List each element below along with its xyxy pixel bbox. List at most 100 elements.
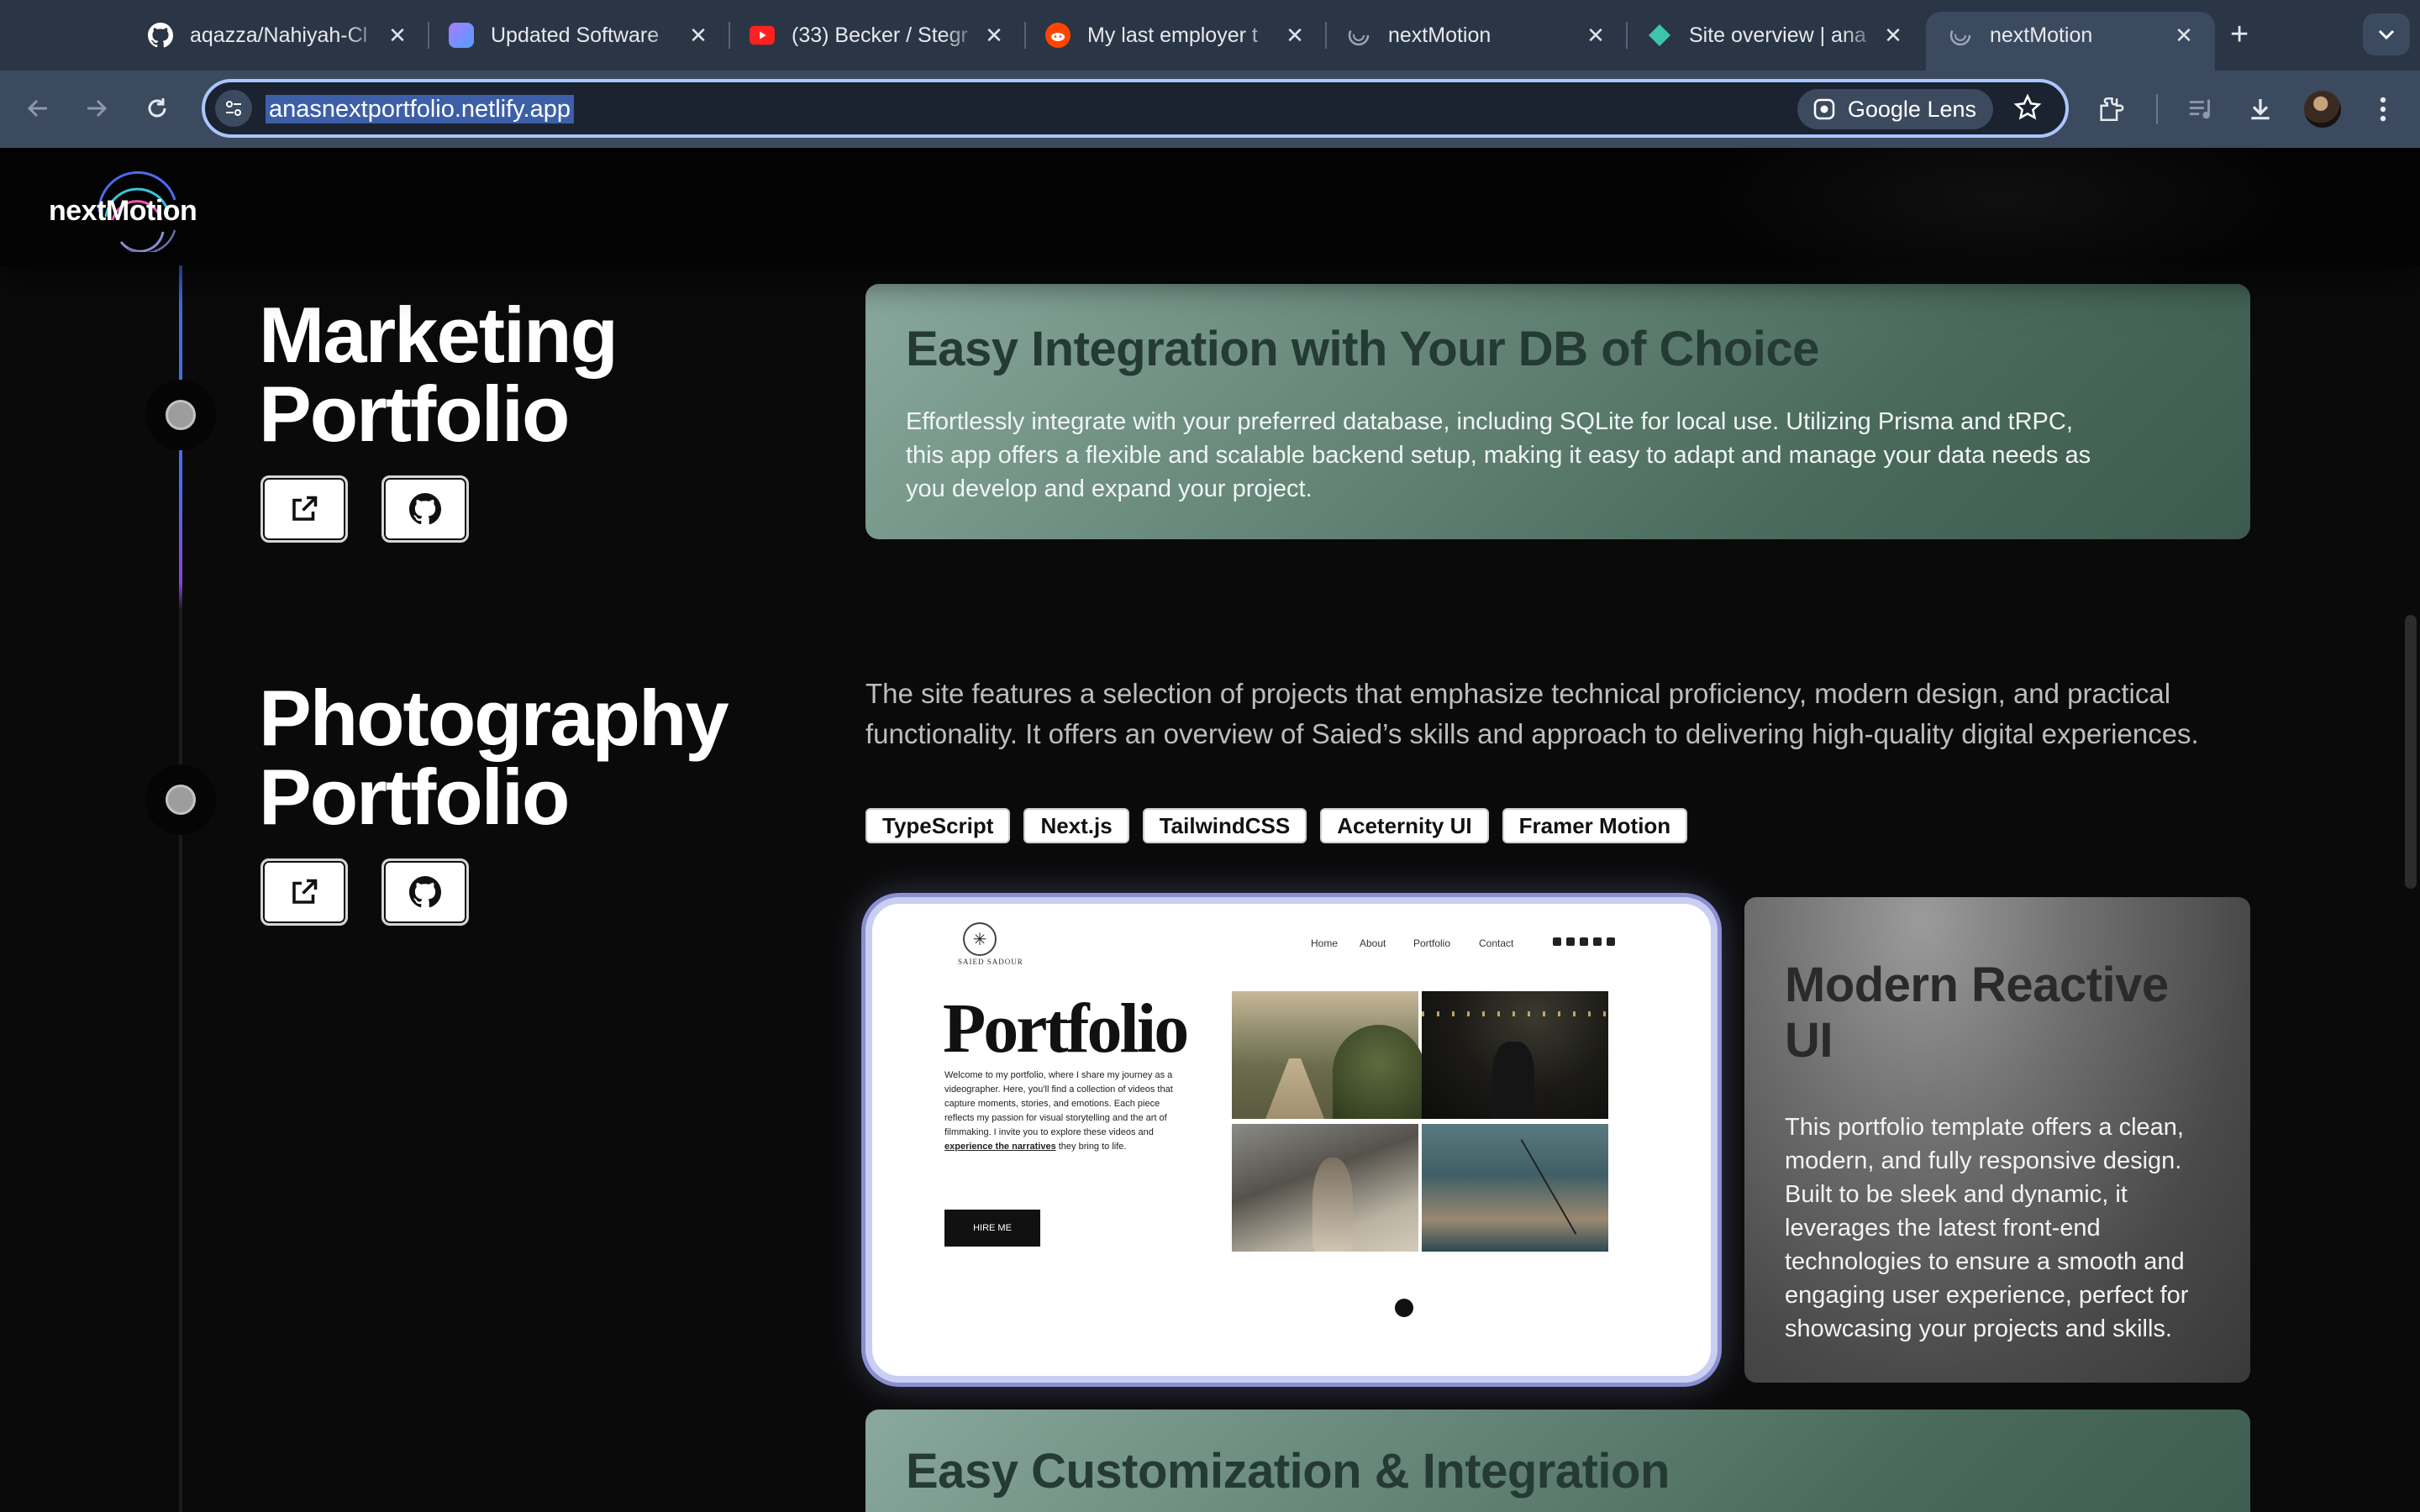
- preview-photo-field: [1232, 991, 1425, 1119]
- url-text[interactable]: anasnextportfolio.netlify.app: [266, 95, 574, 123]
- new-tab-button[interactable]: +: [2230, 17, 2249, 53]
- google-lens-label: Google Lens: [1847, 96, 1976, 122]
- feature-card-heading: Easy Integration with Your DB of Choice: [906, 322, 1819, 376]
- web-page: nextMotion Marketing Portfolio Easy Inte…: [0, 148, 2420, 1512]
- forward-button[interactable]: [77, 89, 116, 128]
- tab-updated-software[interactable]: Updated Software ✕: [427, 12, 730, 59]
- project-description: The site features a selection of project…: [865, 678, 2199, 749]
- tab-youtube[interactable]: (33) Becker / Stegr ✕: [728, 12, 1026, 59]
- github-icon: [148, 23, 173, 48]
- project-title-photography: Photography Portfolio: [259, 674, 729, 841]
- tab-title: nextMotion: [1388, 23, 1491, 47]
- site-info-icon[interactable]: [215, 90, 252, 127]
- project-title-line: Marketing: [259, 291, 618, 379]
- youtube-icon: [750, 23, 775, 48]
- project-title-line: Portfolio: [259, 370, 570, 458]
- lens-icon: [1813, 98, 1835, 120]
- close-tab-icon[interactable]: ✕: [686, 23, 711, 49]
- feature-card-reactive-ui: Modern Reactive UI This portfolio templa…: [1744, 897, 2250, 1383]
- close-tab-icon[interactable]: ✕: [981, 23, 1007, 49]
- live-demo-button[interactable]: [260, 858, 348, 926]
- preview-youtube-icon: [1593, 937, 1602, 946]
- preview-linkedin-icon: [1580, 937, 1588, 946]
- live-demo-button[interactable]: [260, 475, 348, 543]
- preview-carousel-dot: [1395, 1299, 1413, 1317]
- app-icon: [449, 23, 474, 48]
- preview-instagram-icon: [1566, 937, 1575, 946]
- back-arrow-icon: [27, 99, 47, 118]
- tech-tag: Aceternity UI: [1320, 808, 1489, 843]
- more-menu-icon[interactable]: [2365, 91, 2402, 128]
- back-button[interactable]: [18, 89, 57, 128]
- preview-photo-beach: [1232, 1124, 1418, 1252]
- bookmark-star-icon[interactable]: [2013, 93, 2042, 126]
- github-repo-button[interactable]: [381, 475, 469, 543]
- tech-tag: Next.js: [1023, 808, 1129, 843]
- tab-nextmotion[interactable]: nextMotion ✕: [1324, 12, 1628, 59]
- tab-title: (33) Becker / Stegr: [792, 23, 968, 47]
- profile-avatar[interactable]: [2304, 91, 2341, 128]
- close-tab-icon[interactable]: ✕: [385, 23, 410, 49]
- tech-tag: TypeScript: [865, 808, 1011, 843]
- project-title-line: Photography: [259, 674, 729, 762]
- feature-card-db-integration: Easy Integration with Your DB of Choice …: [865, 284, 2250, 539]
- close-tab-icon[interactable]: ✕: [2171, 23, 2196, 49]
- project-title-line: Portfolio: [259, 753, 570, 841]
- github-icon: [409, 876, 441, 908]
- timeline-dot: [145, 380, 216, 450]
- external-link-icon: [292, 879, 318, 904]
- project-preview-screenshot[interactable]: ✳ SAIED SADOUR Home About Portfolio Cont…: [865, 897, 1718, 1383]
- tab-nextmotion-active[interactable]: nextMotion ✕: [1926, 12, 2215, 71]
- media-queue-icon[interactable]: [2183, 91, 2220, 128]
- netlify-icon: [1647, 23, 1672, 48]
- preview-twitter-icon: [1553, 937, 1561, 946]
- extensions-icon[interactable]: [2092, 91, 2129, 128]
- address-bar[interactable]: anasnextportfolio.netlify.app Google Len…: [202, 79, 2069, 138]
- google-lens-button[interactable]: Google Lens: [1797, 89, 1993, 129]
- browser-toolbar: anasnextportfolio.netlify.app Google Len…: [0, 71, 2420, 148]
- preview-link: experience the narratives: [944, 1142, 1056, 1152]
- preview-photo-sunset: [1422, 1124, 1608, 1252]
- preview-title: Portfolio: [943, 990, 1189, 1068]
- timeline-dot: [145, 764, 216, 835]
- preview-photo-night: [1422, 991, 1608, 1119]
- tab-strip: aqazza/Nahiyah-Cl ✕ Updated Software ✕ (…: [0, 0, 2420, 71]
- download-icon[interactable]: [2242, 91, 2279, 128]
- tech-tag: Framer Motion: [1502, 808, 1688, 843]
- tab-title: My last employer t: [1087, 23, 1258, 47]
- tab-github[interactable]: aqazza/Nahiyah-Cl ✕: [126, 12, 429, 59]
- feature-card-body: Effortlessly integrate with your preferr…: [906, 408, 2091, 502]
- chevron-down-icon: [2378, 29, 2395, 40]
- tech-tag-list: TypeScript Next.js TailwindCSS Aceternit…: [865, 808, 1701, 843]
- feature-card-body: This portfolio template offers a clean, …: [1785, 1114, 2189, 1342]
- nextmotion-icon: [1948, 23, 1973, 48]
- site-logo-text[interactable]: nextMotion: [49, 195, 197, 228]
- reload-button[interactable]: [138, 89, 176, 128]
- tab-title: nextMotion: [1990, 23, 2093, 47]
- tab-search-button[interactable]: [2363, 13, 2410, 55]
- feature-card-heading: Modern Reactive UI: [1785, 958, 2169, 1068]
- preview-nav-item: Contact: [1479, 937, 1514, 949]
- tab-reddit[interactable]: My last employer t ✕: [1023, 12, 1327, 59]
- preview-nav-item: Portfolio: [1413, 937, 1451, 949]
- tab-title: Site overview | ana: [1689, 23, 1866, 47]
- tab-title: Updated Software: [491, 23, 660, 47]
- close-tab-icon[interactable]: ✕: [1881, 23, 1906, 49]
- github-icon: [409, 493, 441, 525]
- tech-tag: TailwindCSS: [1142, 808, 1307, 843]
- nextmotion-icon: [1346, 23, 1371, 48]
- github-repo-button[interactable]: [381, 858, 469, 926]
- tab-title: aqazza/Nahiyah-Cl: [190, 23, 368, 47]
- feature-card-customization: Easy Customization & Integration: [865, 1410, 2250, 1512]
- preview-logo-text: SAIED SADOUR: [958, 958, 1023, 966]
- close-tab-icon[interactable]: ✕: [1282, 23, 1307, 49]
- preview-hire-button: HIRE ME: [944, 1210, 1040, 1247]
- close-tab-icon[interactable]: ✕: [1583, 23, 1608, 49]
- preview-nav-item: Home: [1311, 937, 1339, 949]
- external-link-icon: [292, 496, 318, 521]
- page-scrollbar[interactable]: [2405, 615, 2417, 889]
- forward-arrow-icon: [87, 99, 108, 118]
- tab-netlify[interactable]: Site overview | ana ✕: [1625, 12, 1924, 59]
- preview-nav-item: About: [1360, 937, 1386, 949]
- preview-logo-icon: ✳: [963, 922, 997, 956]
